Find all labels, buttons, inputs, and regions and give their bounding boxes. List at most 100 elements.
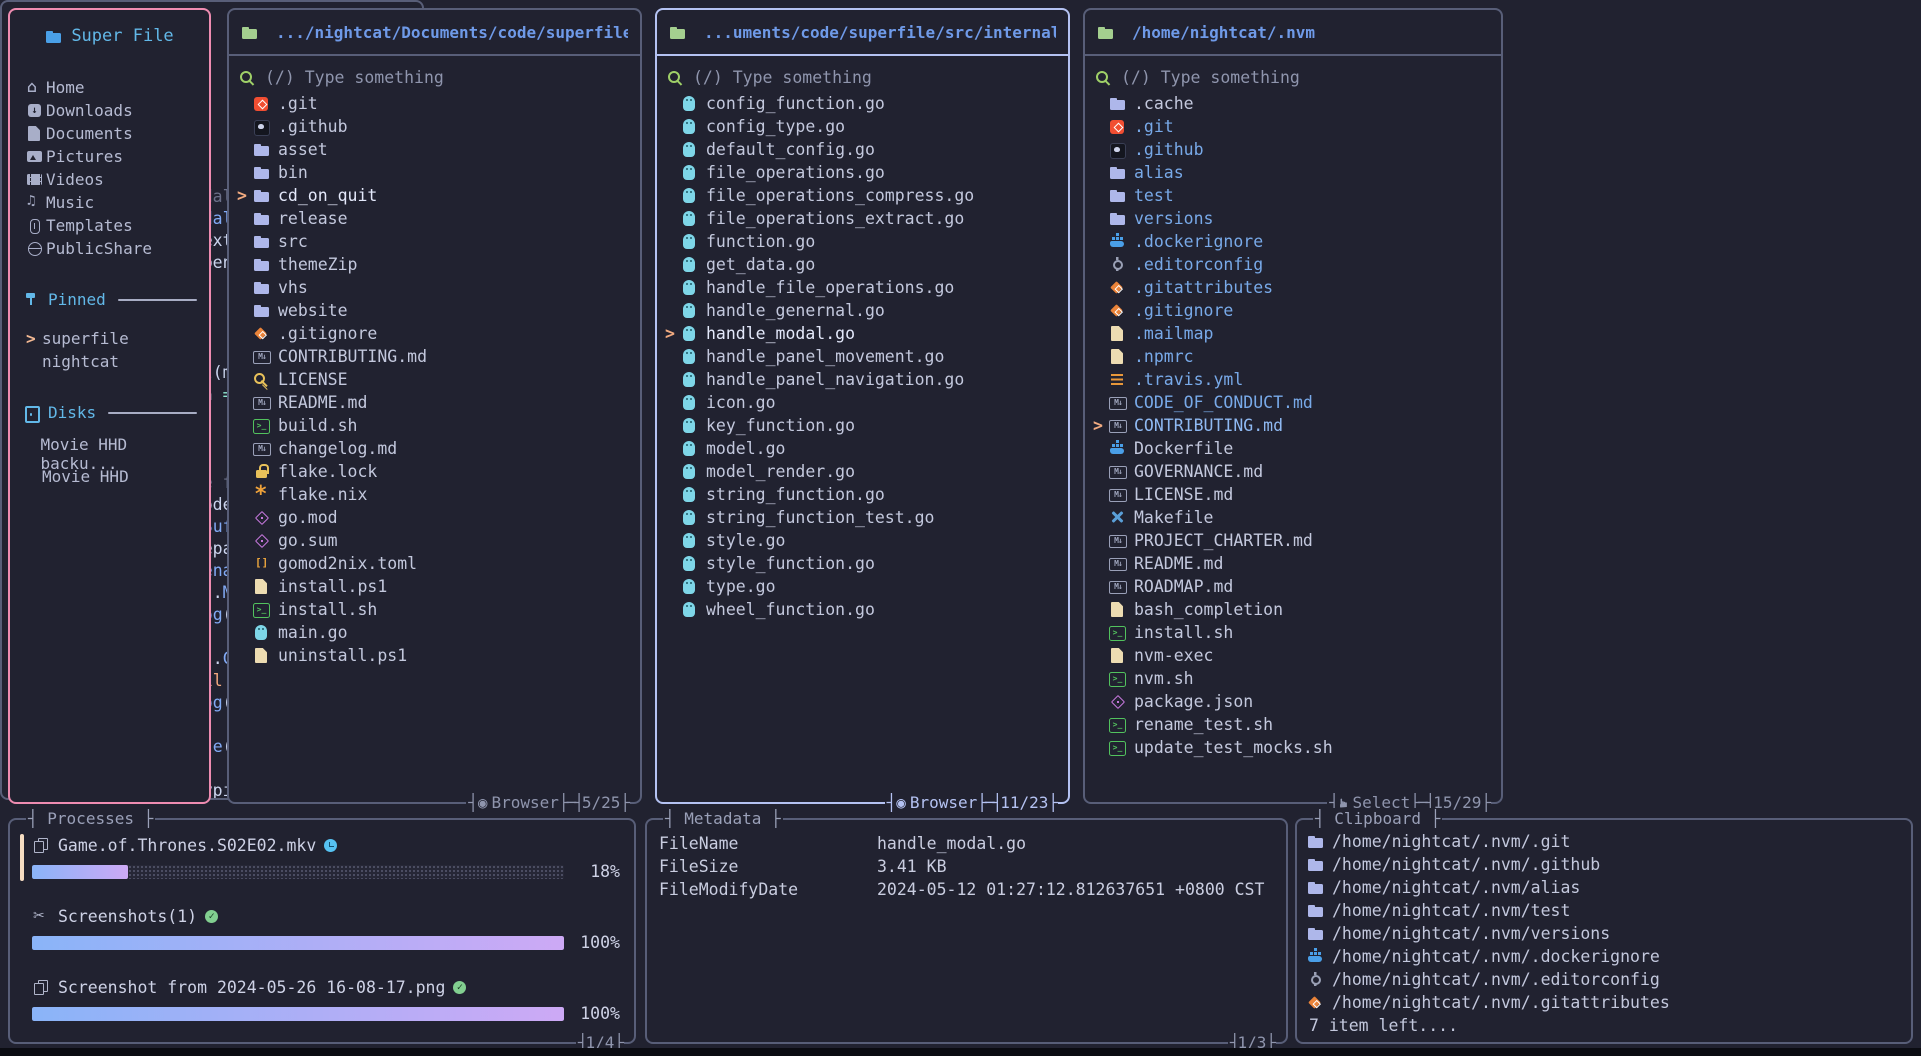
sidebar-item[interactable]: Movie HHD backu... [22, 442, 197, 465]
sidebar-item[interactable]: Downloads [22, 99, 197, 122]
file-row[interactable]: icon.go [657, 391, 1068, 414]
file-row[interactable]: README.md [1085, 552, 1501, 575]
file-row[interactable]: .mailmap [1085, 322, 1501, 345]
file-row[interactable]: src [229, 230, 640, 253]
file-name: CONTRIBUTING.md [1134, 416, 1283, 435]
file-row[interactable]: asset [229, 138, 640, 161]
file-name: handle_panel_navigation.go [706, 370, 964, 389]
file-row[interactable]: style_function.go [657, 552, 1068, 575]
file-row[interactable]: .dockerignore [1085, 230, 1501, 253]
file-row[interactable]: string_function.go [657, 483, 1068, 506]
process-item[interactable]: Game.of.Thrones.S02E02.mkv 18% [32, 834, 620, 881]
file-row[interactable]: test [1085, 184, 1501, 207]
file-row[interactable]: website [229, 299, 640, 322]
sidebar-item[interactable]: Pictures [22, 145, 197, 168]
file-row[interactable]: CONTRIBUTING.md [1085, 414, 1501, 437]
file-row[interactable]: build.sh [229, 414, 640, 437]
file-row[interactable]: CONTRIBUTING.md [229, 345, 640, 368]
sidebar-item[interactable]: Documents [22, 122, 197, 145]
file-row[interactable]: .editorconfig [1085, 253, 1501, 276]
sidebar-item[interactable]: Movie HHD [22, 465, 197, 488]
file-row[interactable]: handle_panel_navigation.go [657, 368, 1068, 391]
file-row[interactable]: model.go [657, 437, 1068, 460]
file-row[interactable]: function.go [657, 230, 1068, 253]
file-row[interactable]: .gitignore [229, 322, 640, 345]
panel-1-search[interactable]: (/) Type something [239, 64, 640, 90]
file-row[interactable]: .github [229, 115, 640, 138]
panel-2-search[interactable]: (/) Type something [667, 64, 1068, 90]
file-row[interactable]: Makefile [1085, 506, 1501, 529]
file-row[interactable]: .cache [1085, 92, 1501, 115]
sidebar-item[interactable]: PublicShare [22, 237, 197, 260]
file-row[interactable]: main.go [229, 621, 640, 644]
file-row[interactable]: LICENSE.md [1085, 483, 1501, 506]
file-row[interactable]: config_function.go [657, 92, 1068, 115]
sidebar-item[interactable]: superfile [22, 327, 197, 350]
file-row[interactable]: .github [1085, 138, 1501, 161]
file-row[interactable]: nvm-exec [1085, 644, 1501, 667]
make-icon [1109, 509, 1127, 526]
file-row[interactable]: style.go [657, 529, 1068, 552]
file-row[interactable]: CODE_OF_CONDUCT.md [1085, 391, 1501, 414]
sidebar-item[interactable]: Home [22, 76, 197, 99]
file-row[interactable]: alias [1085, 161, 1501, 184]
file-row[interactable]: .git [229, 92, 640, 115]
sidebar-item[interactable]: Music [22, 191, 197, 214]
file-row[interactable]: cd_on_quit [229, 184, 640, 207]
file-row[interactable]: bin [229, 161, 640, 184]
file-row[interactable]: ROADMAP.md [1085, 575, 1501, 598]
file-row[interactable]: .gitattributes [1085, 276, 1501, 299]
file-row[interactable]: update_test_mocks.sh [1085, 736, 1501, 759]
file-row[interactable]: uninstall.ps1 [229, 644, 640, 667]
file-row[interactable]: LICENSE [229, 368, 640, 391]
file-row[interactable]: key_function.go [657, 414, 1068, 437]
file-row[interactable]: file_operations.go [657, 161, 1068, 184]
file-row[interactable]: .gitignore [1085, 299, 1501, 322]
process-item[interactable]: Screenshot from 2024-05-26 16-08-17.png … [32, 976, 620, 1023]
file-row[interactable]: nvm.sh [1085, 667, 1501, 690]
file-row[interactable]: go.sum [229, 529, 640, 552]
file-row[interactable]: .travis.yml [1085, 368, 1501, 391]
file-row[interactable]: .npmrc [1085, 345, 1501, 368]
file-row[interactable]: README.md [229, 391, 640, 414]
file-row[interactable]: config_type.go [657, 115, 1068, 138]
file-row[interactable]: type.go [657, 575, 1068, 598]
file-row[interactable]: package.json [1085, 690, 1501, 713]
panel-3-search[interactable]: (/) Type something [1095, 64, 1501, 90]
file-row[interactable]: file_operations_extract.go [657, 207, 1068, 230]
file-row[interactable]: flake.lock [229, 460, 640, 483]
file-row[interactable]: handle_panel_movement.go [657, 345, 1068, 368]
file-row[interactable]: release [229, 207, 640, 230]
file-row[interactable]: file_operations_compress.go [657, 184, 1068, 207]
file-name: model_render.go [706, 462, 855, 481]
file-row[interactable]: install.ps1 [229, 575, 640, 598]
file-row[interactable]: versions [1085, 207, 1501, 230]
file-row[interactable]: string_function_test.go [657, 506, 1068, 529]
file-row[interactable]: handle_modal.go [657, 322, 1068, 345]
file-row[interactable]: get_data.go [657, 253, 1068, 276]
file-row[interactable]: vhs [229, 276, 640, 299]
file-row[interactable]: gomod2nix.toml [229, 552, 640, 575]
file-row[interactable]: install.sh [229, 598, 640, 621]
file-row[interactable]: install.sh [1085, 621, 1501, 644]
sidebar-item[interactable]: nightcat [22, 350, 197, 373]
file-row[interactable]: .git [1085, 115, 1501, 138]
file-row[interactable]: GOVERNANCE.md [1085, 460, 1501, 483]
file-row[interactable]: handle_file_operations.go [657, 276, 1068, 299]
process-item[interactable]: Screenshots(1) 100% [32, 905, 620, 952]
file-row[interactable]: PROJECT_CHARTER.md [1085, 529, 1501, 552]
file-row[interactable]: Dockerfile [1085, 437, 1501, 460]
file-row[interactable]: go.mod [229, 506, 640, 529]
file-row[interactable]: rename_test.sh [1085, 713, 1501, 736]
file-row[interactable]: changelog.md [229, 437, 640, 460]
file-row[interactable]: default_config.go [657, 138, 1068, 161]
file-row[interactable]: model_render.go [657, 460, 1068, 483]
file-row[interactable]: handle_genernal.go [657, 299, 1068, 322]
file-name: string_function.go [706, 485, 885, 504]
file-row[interactable]: flake.nix [229, 483, 640, 506]
file-row[interactable]: bash_completion [1085, 598, 1501, 621]
file-row[interactable]: themeZip [229, 253, 640, 276]
file-row[interactable]: wheel_function.go [657, 598, 1068, 621]
sidebar-item[interactable]: Videos [22, 168, 197, 191]
sidebar-item[interactable]: Templates [22, 214, 197, 237]
